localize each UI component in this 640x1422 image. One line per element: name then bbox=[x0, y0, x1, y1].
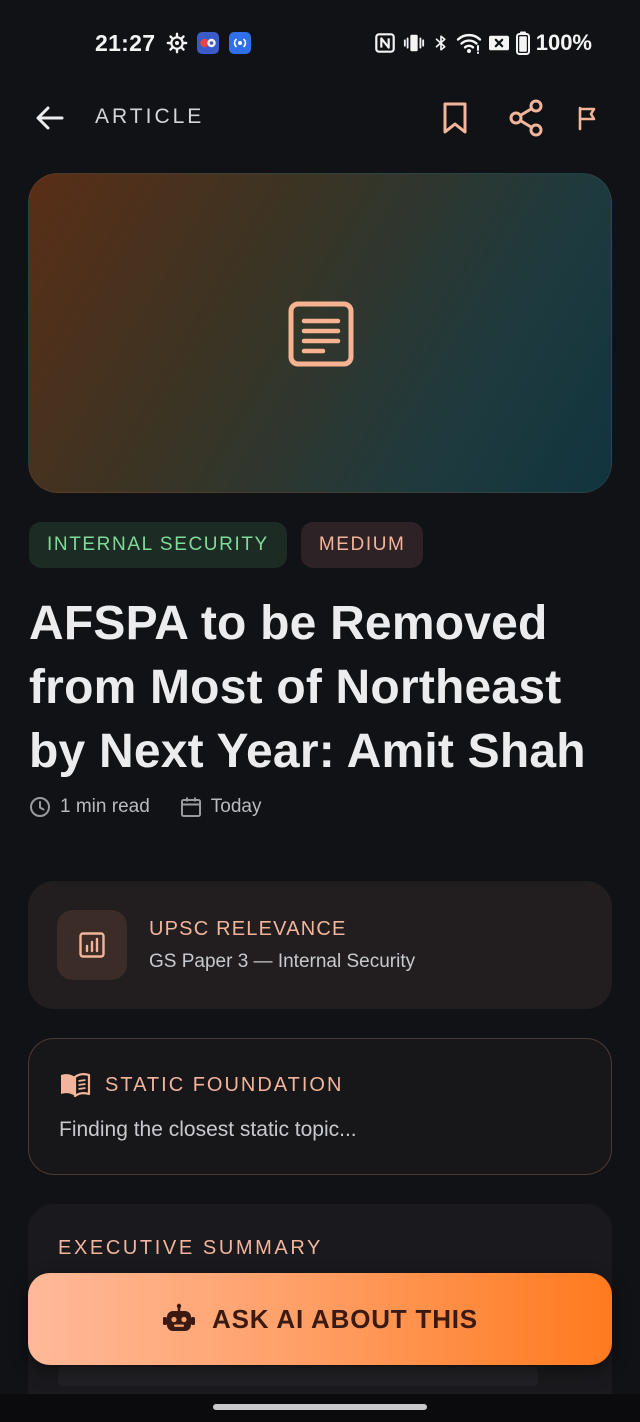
difficulty-tag[interactable]: MEDIUM bbox=[300, 522, 424, 568]
open-book-icon bbox=[61, 1073, 91, 1098]
bluetooth-icon bbox=[432, 32, 450, 54]
article-screen: 21:27 100% ARTICLE INTERNAL SECURITY MED… bbox=[0, 0, 640, 1422]
article-icon bbox=[287, 300, 355, 373]
ask-ai-label: ASK AI ABOUT THIS bbox=[212, 1303, 478, 1334]
battery-level: 100% bbox=[535, 30, 592, 55]
status-bar: 21:27 100% bbox=[0, 0, 640, 88]
static-foundation-header: STATIC FOUNDATION bbox=[59, 1072, 343, 1098]
settings-gear-icon bbox=[166, 32, 188, 54]
arrow-back-icon bbox=[36, 106, 64, 130]
summary-text-placeholder bbox=[58, 1366, 538, 1386]
static-foundation-card[interactable]: STATIC FOUNDATION Finding the closest st… bbox=[28, 1038, 612, 1175]
wifi-icon bbox=[456, 32, 482, 54]
sim-off-icon bbox=[488, 33, 510, 53]
article-hero-image bbox=[28, 173, 612, 493]
ask-ai-button[interactable]: ASK AI ABOUT THIS bbox=[28, 1273, 612, 1365]
bookmark-icon bbox=[443, 102, 467, 134]
read-time-label: 1 min read bbox=[60, 796, 150, 817]
clock-icon bbox=[30, 797, 50, 817]
executive-summary-title: EXECUTIVE SUMMARY bbox=[58, 1237, 323, 1259]
static-foundation-status: Finding the closest static topic... bbox=[59, 1118, 357, 1141]
publish-date-label: Today bbox=[210, 796, 262, 817]
static-foundation-title: STATIC FOUNDATION bbox=[105, 1073, 344, 1096]
upsc-relevance-paper: GS Paper 3 — Internal Security bbox=[149, 951, 416, 972]
back-button[interactable] bbox=[30, 98, 70, 138]
status-right-icons: 100% bbox=[374, 30, 592, 56]
article-tags: INTERNAL SECURITY MEDIUM bbox=[29, 522, 424, 568]
nfc-icon bbox=[374, 32, 396, 54]
bookmark-button[interactable] bbox=[433, 96, 477, 140]
share-button[interactable] bbox=[504, 96, 548, 140]
article-meta: 1 min read Today bbox=[29, 796, 261, 818]
flag-icon bbox=[578, 106, 596, 131]
report-button[interactable] bbox=[566, 96, 610, 140]
vibrate-icon bbox=[402, 32, 426, 54]
topic-tag[interactable]: INTERNAL SECURITY bbox=[29, 522, 287, 568]
page-title: ARTICLE bbox=[95, 105, 205, 128]
battery-icon bbox=[515, 31, 530, 55]
hotspot-icon bbox=[228, 31, 252, 55]
chart-icon bbox=[57, 910, 127, 980]
status-left-icons bbox=[166, 31, 252, 55]
article-headline: AFSPA to be Removed from Most of Northea… bbox=[29, 597, 586, 778]
status-time: 21:27 bbox=[95, 30, 156, 56]
system-nav-bar bbox=[0, 1394, 640, 1422]
share-icon bbox=[509, 99, 543, 137]
app-bar: ARTICLE bbox=[0, 88, 640, 148]
home-gesture-handle[interactable] bbox=[213, 1404, 427, 1410]
robot-icon bbox=[163, 1303, 196, 1331]
publish-date: Today bbox=[180, 796, 262, 818]
upsc-relevance-card[interactable]: UPSC RELEVANCE GS Paper 3 — Internal Sec… bbox=[28, 881, 612, 1009]
calendar-icon bbox=[180, 797, 201, 817]
upsc-relevance-title: UPSC RELEVANCE bbox=[149, 918, 347, 940]
app-notification-icon bbox=[196, 31, 220, 55]
read-time: 1 min read bbox=[29, 796, 150, 818]
